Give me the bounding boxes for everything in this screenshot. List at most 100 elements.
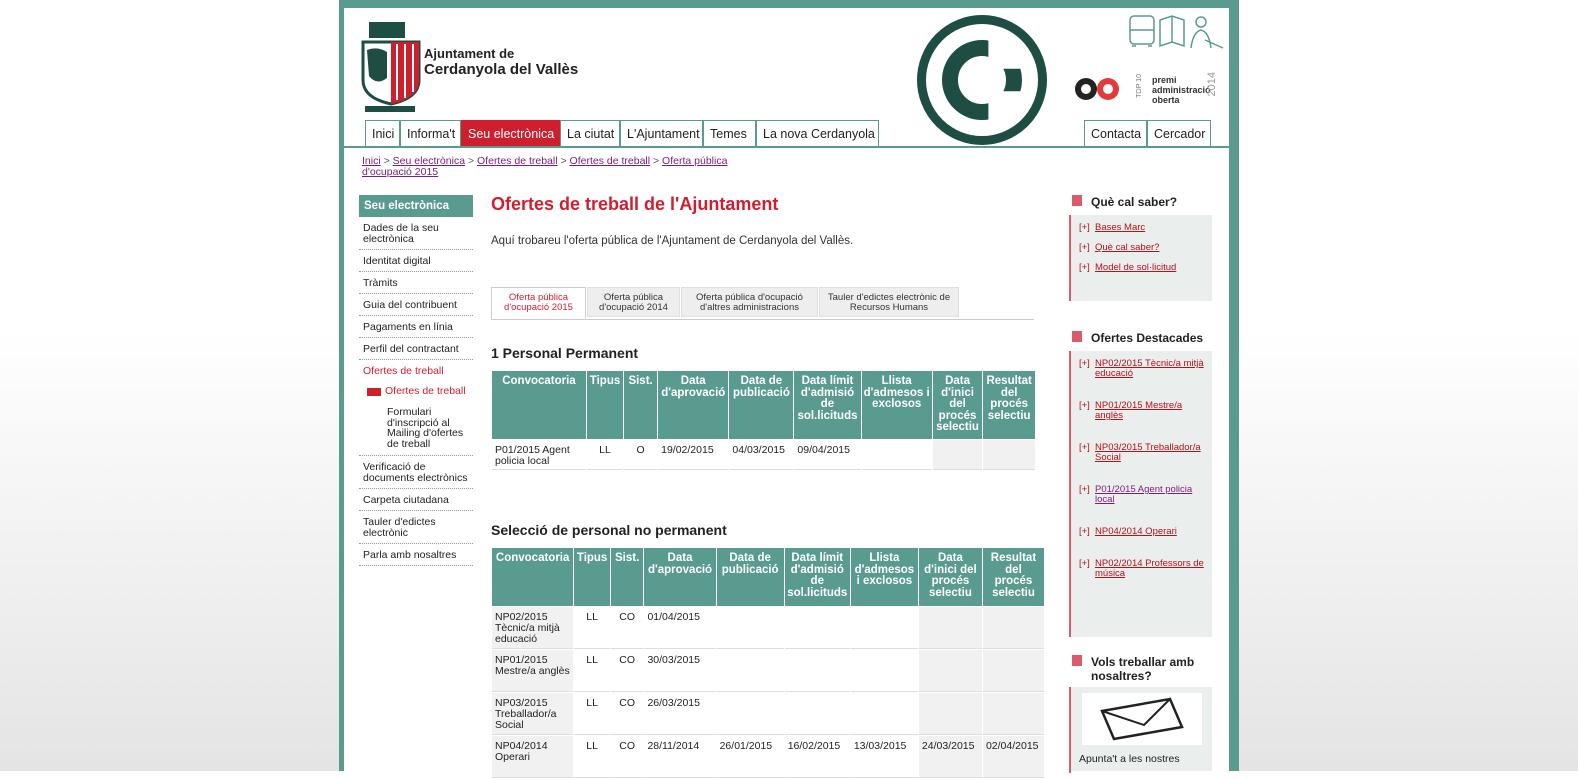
intro-text: Aquí trobareu l'oferta pública de l'Ajun…: [491, 235, 854, 247]
cell: LL: [574, 650, 610, 692]
table-row: P01/2015 Agent policia local LL O 19/02/…: [492, 440, 1035, 470]
link-item: [+] P01/2015 Agent policia local: [1079, 484, 1193, 505]
award-year: 2014: [1206, 72, 1218, 97]
coat-of-arms-logo[interactable]: [361, 20, 421, 112]
col-header: Data de publicació: [729, 371, 794, 439]
cell[interactable]: NP02/2015 Tècnic/a mitjà educació: [492, 607, 574, 649]
award-logo-icon: [1075, 78, 1119, 100]
cell[interactable]: NP04/2014 Operari: [492, 736, 574, 778]
copyright-c-icon: [917, 15, 1047, 145]
box-title: Ofertes Destacades: [1069, 329, 1212, 351]
cell: 19/02/2015: [658, 440, 729, 470]
link-que-cal-saber[interactable]: Què cal saber?: [1095, 242, 1159, 253]
nav-la-ciutat[interactable]: La ciutat: [560, 120, 620, 146]
link-item: [+] Què cal saber?: [1079, 242, 1160, 253]
menu-item-active[interactable]: Ofertes de treball: [359, 360, 473, 381]
link-oferta[interactable]: NP04/2014 Operari: [1095, 526, 1177, 537]
cell: 30/03/2015: [644, 650, 716, 692]
nav-temes[interactable]: Temes: [703, 120, 756, 146]
crumb-ofertes-2[interactable]: Ofertes de treball: [570, 155, 651, 167]
tab-oferta-2015[interactable]: Oferta pública d'ocupació 2015: [491, 287, 586, 319]
menu-item[interactable]: Guia del contribuent: [359, 294, 473, 316]
col-header: Llista d'admesos i exclosos: [850, 548, 918, 606]
award-text: premi administració oberta: [1152, 75, 1211, 105]
menu-item[interactable]: Parla amb nosaltres: [359, 544, 473, 566]
cell: 09/04/2015: [794, 440, 861, 470]
cell: [716, 693, 784, 735]
box-title: Vols treballar amb nosaltres?: [1069, 653, 1212, 687]
award-badge[interactable]: TOP 10 premi administració oberta 2014: [1074, 72, 1222, 108]
link-item: [+] NP04/2014 Operari: [1079, 526, 1177, 537]
table-row: NP01/2015 Mestre/a anglès LL CO 30/03/2015: [492, 650, 1044, 692]
cell: O: [624, 440, 658, 470]
tab-tauler-edictes[interactable]: Tauler d'edictes electrònic de Recursos …: [819, 287, 959, 317]
nav-contacta[interactable]: Contacta: [1084, 120, 1147, 146]
link-oferta-visited[interactable]: P01/2015 Agent policia local: [1095, 484, 1192, 505]
nav-lajuntament[interactable]: L'Ajuntament: [620, 120, 703, 146]
box-vols-treballar: Vols treballar amb nosaltres? Apunta't a…: [1069, 653, 1212, 773]
submenu-item-active[interactable]: Ofertes de treball: [359, 381, 473, 401]
nav-la-nova-cerdanyola[interactable]: La nova Cerdanyola: [756, 120, 879, 146]
nav-cercador[interactable]: Cercador: [1147, 120, 1211, 146]
cell[interactable]: NP01/2015 Mestre/a anglès: [492, 650, 574, 692]
map-icon: [1159, 15, 1185, 48]
cell: [918, 650, 982, 692]
menu-item[interactable]: Pagaments en línia: [359, 316, 473, 338]
cell: LL: [574, 736, 610, 778]
menu-item[interactable]: Perfil del contractant: [359, 338, 473, 360]
main-content: Ofertes de treball de l'Ajuntament Aquí …: [491, 194, 1051, 778]
cell: 28/11/2014: [644, 736, 716, 778]
box-title: Què cal saber?: [1069, 193, 1212, 215]
menu-item[interactable]: Identitat digital: [359, 250, 473, 272]
page-content: Ajuntament de Cerdanyola del Vallès TOP …: [344, 8, 1229, 778]
link-model-sollicitud[interactable]: Model de sol·licitud: [1095, 262, 1176, 273]
cell: [850, 607, 918, 649]
link-oferta[interactable]: NP03/2015 Treballador/a Social: [1095, 442, 1201, 463]
cell: 26/01/2015: [716, 736, 784, 778]
col-header: Convocatoria: [492, 371, 586, 439]
left-menu-header[interactable]: Seu electrònica: [359, 195, 473, 217]
award-top: TOP 10: [1136, 74, 1143, 98]
submenu-item[interactable]: Formulari d'inscripció al Mailing d'ofer…: [359, 401, 473, 456]
cell: 13/03/2015: [850, 736, 918, 778]
envelope-icon[interactable]: [1081, 693, 1202, 745]
menu-item[interactable]: Verificació de documents electrònics: [359, 456, 473, 489]
menu-item[interactable]: Dades de la seu electrònica: [359, 217, 473, 250]
tab-altres-administracions[interactable]: Oferta pública d'ocupació d'altres admin…: [681, 287, 818, 317]
nav-inici[interactable]: Inici: [365, 120, 400, 146]
link-oferta[interactable]: NP02/2014 Professors de música: [1095, 558, 1204, 579]
nav-seu-electronica[interactable]: Seu electrònica: [461, 120, 560, 146]
cell[interactable]: P01/2015 Agent policia local: [492, 440, 586, 470]
page-frame: Ajuntament de Cerdanyola del Vallès TOP …: [339, 0, 1239, 778]
table-header-row: Convocatoria Tipus Sist. Data d'aprovaci…: [492, 548, 1044, 606]
tab-oferta-2014[interactable]: Oferta pública d'ocupació 2014: [587, 287, 680, 317]
cell: [918, 607, 982, 649]
city-name[interactable]: Ajuntament de Cerdanyola del Vallès: [424, 46, 578, 78]
link-oferta[interactable]: NP02/2015 Tècnic/a mitjà educació: [1095, 358, 1204, 379]
col-header: Resultat del procés selectiu: [983, 371, 1035, 439]
cell: CO: [610, 650, 644, 692]
col-header: Data de publicació: [716, 548, 784, 606]
col-header: Data límit d'admisió de sol.licituds: [794, 371, 861, 439]
col-header: Data d'inici del procés selectiu: [918, 548, 982, 606]
link-bases-marc[interactable]: Bases Marc: [1095, 222, 1145, 233]
link-item: [+] NP02/2015 Tècnic/a mitjà educació: [1079, 358, 1204, 379]
menu-item[interactable]: Tràmits: [359, 272, 473, 294]
nav-informat[interactable]: Informa't: [400, 120, 461, 146]
page-title: Ofertes de treball de l'Ajuntament: [491, 194, 779, 214]
cell: CO: [610, 607, 644, 649]
nav-divider: [344, 146, 1229, 148]
link-item: [+] Model de sol·licitud: [1079, 262, 1177, 273]
cell[interactable]: NP03/2015 Treballador/a Social: [492, 693, 574, 735]
menu-item[interactable]: Tauler d'edictes electrònic: [359, 511, 473, 544]
cell: [982, 693, 1044, 735]
cell: [850, 693, 918, 735]
col-header: Sist.: [610, 548, 644, 606]
table-personal-permanent: Convocatoria Tipus Sist. Data d'aprovaci…: [491, 370, 1036, 471]
cell: 02/04/2015: [982, 736, 1044, 778]
person-reading-icon: [1190, 16, 1224, 49]
crumb-ofertes[interactable]: Ofertes de treball: [477, 155, 558, 167]
link-oferta[interactable]: NP01/2015 Mestre/a anglès: [1095, 400, 1182, 421]
cell: LL: [574, 693, 610, 735]
menu-item[interactable]: Carpeta ciutadana: [359, 489, 473, 511]
